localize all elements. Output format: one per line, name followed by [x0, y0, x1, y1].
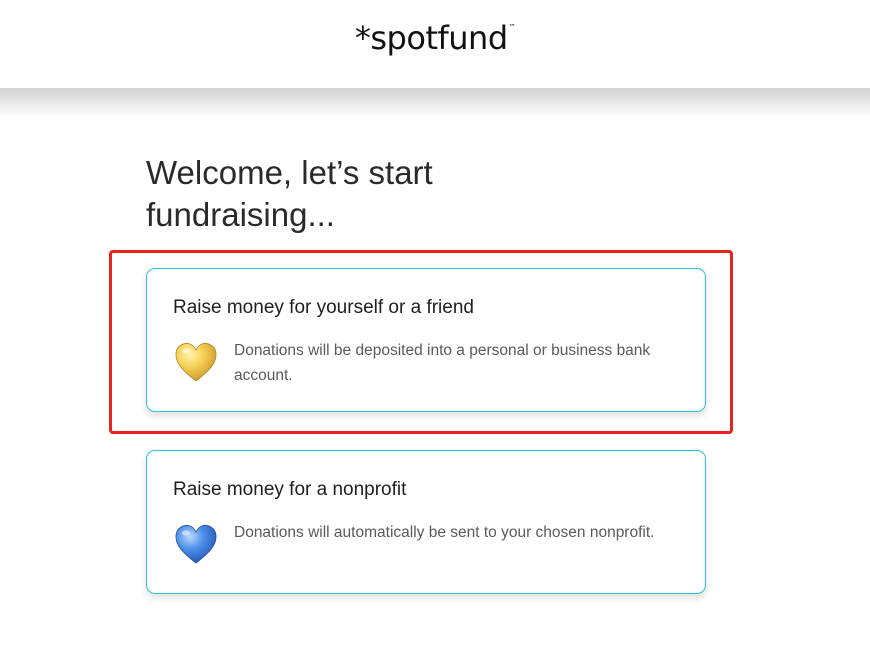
site-header: *spotfund ™ [0, 0, 870, 88]
option-description: Donations will automatically be sent to … [234, 524, 655, 541]
option-card-nonprofit[interactable]: Raise money for a nonprofit Donations wi… [146, 450, 706, 594]
spotfund-logo[interactable]: *spotfund ™ [354, 19, 516, 57]
page-title: Welcome, let’s start fundraising... [146, 154, 433, 233]
blue-heart-icon [173, 521, 219, 567]
header-shadow [0, 88, 870, 118]
option-description: Donations will be deposited into a perso… [234, 342, 651, 384]
option-title: Raise money for yourself or a friend [173, 297, 474, 318]
logo-text: *spotfund [354, 19, 508, 57]
option-card-personal[interactable]: Raise money for yourself or a friend Don… [146, 268, 706, 412]
option-title: Raise money for a nonprofit [173, 479, 407, 500]
trademark-symbol: ™ [508, 23, 516, 31]
yellow-heart-icon [173, 339, 219, 385]
